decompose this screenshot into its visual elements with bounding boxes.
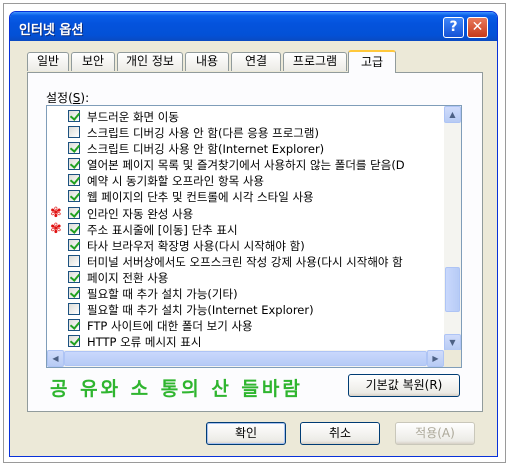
apply-button[interactable]: 적용(A)	[395, 422, 475, 445]
settings-item-label: FTP 사이트에 대한 폴더 보기 사용	[87, 319, 253, 334]
tab-security[interactable]: 보안	[71, 52, 115, 71]
horizontal-scroll-thumb[interactable]	[64, 351, 427, 366]
settings-list-item[interactable]: 열어본 페이지 목록 및 즐겨찾기에서 사용하지 않는 폴더를 닫음(D	[47, 156, 443, 172]
checkbox-checked[interactable]	[68, 142, 80, 155]
checkbox-checked[interactable]	[68, 287, 80, 300]
checkbox-checked[interactable]	[68, 335, 80, 348]
settings-item-label: 열어본 페이지 목록 및 즐겨찾기에서 사용하지 않는 폴더를 닫음(D	[87, 158, 405, 173]
tab-general[interactable]: 일반	[27, 52, 69, 71]
scroll-right-button[interactable]: ▶	[427, 350, 444, 367]
checkbox-checked[interactable]	[68, 222, 80, 235]
vertical-scrollbar[interactable]: ▲ ▼	[444, 106, 461, 351]
advanced-tab-panel: 설정(S): 부드러운 화면 이동스크립트 디버깅 사용 안 함(다른 응용 프…	[27, 72, 483, 412]
settings-label: 설정(S):	[46, 89, 89, 106]
settings-item-label: 페이지 전환 사용	[87, 270, 169, 285]
settings-list-item[interactable]: FTP 사이트에 대한 폴더 보기 사용	[47, 317, 443, 333]
flower-marker-icon: ✾	[50, 204, 62, 221]
tab-connections[interactable]: 연결	[231, 52, 281, 71]
settings-label-prefix: 설정(	[46, 91, 73, 105]
scroll-left-button[interactable]: ◀	[47, 350, 64, 367]
slogan-text: 공 유와 소 통의 산 들바람	[50, 378, 303, 400]
settings-list-item[interactable]: 필요할 때 추가 설치 가능(Internet Explorer)	[47, 301, 443, 317]
settings-item-label: 주소 표시줄에 [이동] 단추 표시	[87, 222, 238, 237]
close-button[interactable]: ✕	[467, 17, 488, 38]
settings-list-item[interactable]: 터미널 서버상에서도 오프스크린 작성 강제 사용(다시 시작해야 함	[47, 253, 443, 269]
settings-item-label: 필요할 때 추가 설치 가능(기타)	[87, 287, 238, 302]
settings-list-items: 부드러운 화면 이동스크립트 디버깅 사용 안 함(다른 응용 프로그램) 스크립…	[47, 108, 443, 351]
checkbox-unchecked[interactable]	[68, 303, 80, 316]
window-title: 인터넷 옵션	[19, 23, 84, 38]
checkbox-checked[interactable]	[68, 270, 80, 283]
scroll-down-button[interactable]: ▼	[444, 334, 461, 351]
checkbox-checked[interactable]	[68, 158, 80, 171]
settings-list-item[interactable]: 필요할 때 추가 설치 가능(기타)	[47, 285, 443, 301]
settings-list-item[interactable]: HTTP 오류 메시지 표시	[47, 333, 443, 349]
checkbox-checked[interactable]	[68, 190, 80, 203]
checkbox-checked[interactable]	[68, 110, 80, 122]
settings-list-item[interactable]: 부드러운 화면 이동	[47, 108, 443, 124]
settings-item-label: 필요할 때 추가 설치 가능(Internet Explorer)	[87, 303, 314, 318]
tab-content[interactable]: 내용	[185, 52, 229, 71]
settings-list-item[interactable]: 스크립트 디버깅 사용 안 함(다른 응용 프로그램)	[47, 124, 443, 140]
checkbox-checked[interactable]	[68, 174, 80, 187]
checkbox-checked[interactable]	[68, 319, 80, 332]
restore-defaults-button[interactable]: 기본값 복원(R)	[348, 374, 460, 397]
title-bar: 인터넷 옵션 ? ✕	[10, 12, 497, 41]
settings-item-label: 부드러운 화면 이동	[87, 110, 179, 124]
settings-list-item[interactable]: 웹 페이지의 단추 및 컨트롤에 시각 스타일 사용	[47, 188, 443, 204]
horizontal-scrollbar[interactable]: ◀ ▶	[47, 350, 461, 367]
settings-item-label: 인라인 자동 완성 사용	[87, 206, 194, 221]
settings-item-label: 웹 페이지의 단추 및 컨트롤에 시각 스타일 사용	[87, 190, 314, 205]
settings-list-item[interactable]: ✾ 인라인 자동 완성 사용	[47, 205, 443, 221]
checkbox-checked[interactable]	[68, 206, 80, 219]
scrollbar-corner	[444, 350, 461, 367]
checkbox-unchecked[interactable]	[68, 126, 80, 139]
tab-programs[interactable]: 프로그램	[283, 52, 347, 71]
settings-item-label: 스크립트 디버깅 사용 안 함(다른 응용 프로그램)	[87, 126, 319, 141]
settings-item-label: 타사 브라우저 확장명 사용(다시 시작해야 함)	[87, 238, 305, 253]
settings-list-item[interactable]: 페이지 전환 사용	[47, 269, 443, 285]
tab-privacy[interactable]: 개인 정보	[117, 52, 183, 71]
settings-list-item[interactable]: 타사 브라우저 확장명 사용(다시 시작해야 함)	[47, 237, 443, 253]
settings-item-label: 예약 시 동기화할 오프라인 항목 사용	[87, 174, 264, 189]
help-button[interactable]: ?	[443, 17, 464, 38]
vertical-scroll-thumb[interactable]	[445, 267, 460, 312]
settings-label-suffix: ):	[80, 91, 90, 105]
settings-list[interactable]: 부드러운 화면 이동스크립트 디버깅 사용 안 함(다른 응용 프로그램) 스크립…	[46, 105, 462, 368]
flower-marker-icon: ✾	[50, 220, 62, 237]
scroll-up-button[interactable]: ▲	[444, 106, 461, 123]
ok-button[interactable]: 확인	[206, 422, 286, 445]
cancel-button[interactable]: 취소	[300, 422, 380, 445]
checkbox-checked[interactable]	[68, 238, 80, 251]
settings-item-label: 터미널 서버상에서도 오프스크린 작성 강제 사용(다시 시작해야 함	[87, 254, 403, 269]
settings-list-item[interactable]: 스크립트 디버깅 사용 안 함(Internet Explorer)	[47, 140, 443, 156]
checkbox-unchecked[interactable]	[68, 254, 80, 267]
settings-item-label: 스크립트 디버깅 사용 안 함(Internet Explorer)	[87, 142, 325, 157]
tab-advanced[interactable]: 고급	[348, 50, 396, 73]
settings-item-label: HTTP 오류 메시지 표시	[87, 335, 202, 350]
settings-list-item[interactable]: 예약 시 동기화할 오프라인 항목 사용	[47, 172, 443, 188]
settings-list-item[interactable]: ✾ 주소 표시줄에 [이동] 단추 표시	[47, 221, 443, 237]
